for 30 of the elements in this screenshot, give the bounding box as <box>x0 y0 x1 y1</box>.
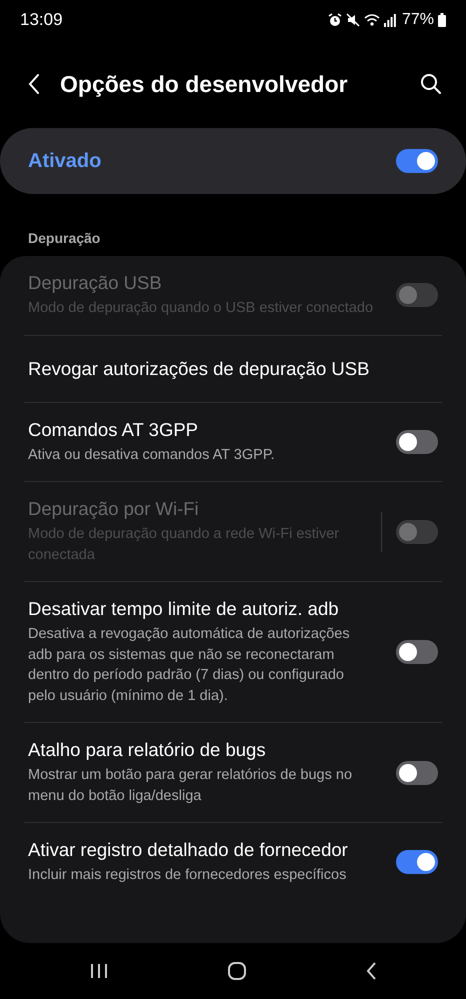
back-icon <box>365 961 377 981</box>
home-icon <box>227 961 247 981</box>
setting-description: Mostrar um botão para gerar relatórios de bugs no menu do botão liga/desliga <box>28 766 354 806</box>
back-icon <box>28 73 40 95</box>
wifi-icon <box>364 13 380 27</box>
section-header: Depuração <box>27 229 102 248</box>
setting-title[interactable]: Comandos AT 3GPP <box>28 418 373 440</box>
setting-description: Ativa ou desativa comandos AT 3GPP. <box>28 446 276 464</box>
toggle-switch[interactable] <box>396 430 438 454</box>
master-switch-label: Ativado <box>28 150 102 172</box>
setting-description: Desativa a revogação automática de autorizações adb para os sistemas que não se reconectaram dentro do período padrão (7 dias) ou configurado pelo usuário (mínimo de 1 dia). <box>28 625 351 706</box>
toggle-switch[interactable] <box>396 850 438 874</box>
alarm-icon <box>328 13 342 27</box>
setting-title[interactable]: Desativar tempo limite de autoriz. adb <box>28 598 373 620</box>
recent-apps-icon <box>89 962 109 980</box>
status-time: 13:09 <box>20 10 63 30</box>
battery-percent: 77% <box>402 11 434 29</box>
toggle-switch[interactable] <box>396 149 438 173</box>
battery-icon <box>438 13 446 27</box>
toggle-switch[interactable] <box>396 760 438 784</box>
setting-title[interactable]: Atalho para relatório de bugs <box>28 739 373 761</box>
mute-icon <box>346 13 360 27</box>
toggle-switch[interactable] <box>396 640 438 664</box>
signal-icon <box>384 13 396 27</box>
setting-title[interactable]: Revogar autorizações de depuração USB <box>28 358 370 380</box>
search-icon <box>420 73 442 95</box>
setting-title[interactable]: Ativar registro detalhado de fornecedor <box>28 839 373 861</box>
setting-description: Incluir mais registros de fornecedores específicos <box>28 866 348 885</box>
page-title: Opções do desenvolvedor <box>60 70 349 98</box>
master-switch-card[interactable]: Ativado <box>0 128 466 194</box>
